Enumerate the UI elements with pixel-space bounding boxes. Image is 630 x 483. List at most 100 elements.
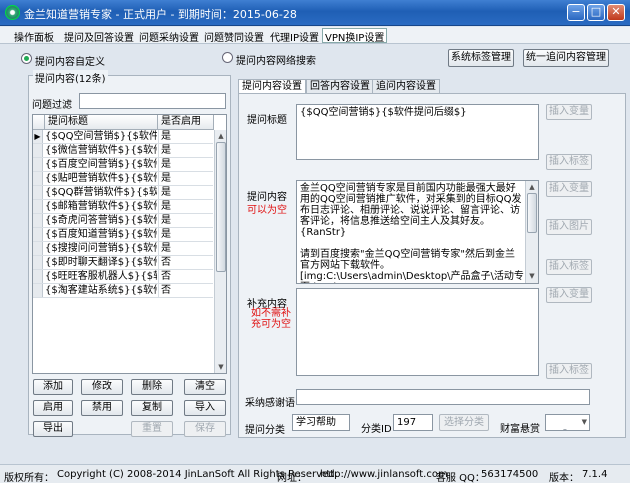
- table-row[interactable]: {$百度知道营销$}{$软件提问后缀$}是: [33, 228, 213, 242]
- row-enabled: 是: [158, 200, 213, 213]
- row-title: {$百度知道营销$}{$软件提问后缀$}: [45, 229, 157, 240]
- row-selector[interactable]: [33, 200, 43, 213]
- filter-input[interactable]: [79, 93, 226, 109]
- row-selector[interactable]: ▶: [33, 130, 43, 143]
- content-insert-image-button[interactable]: 插入图片: [546, 219, 592, 235]
- row-selector[interactable]: [33, 270, 43, 283]
- table-row[interactable]: {$QQ群营销软件$}{$软件提问后缀$}是: [33, 186, 213, 200]
- question-content-textarea[interactable]: 金兰QQ空间营销专家是目前国内功能最强大最好用的QQ空间营销推广软件，对采集到的…: [296, 180, 539, 284]
- table-row[interactable]: {$旺旺客服机器人$}{$软件提问后缀$}否: [33, 270, 213, 284]
- tab-question-answer-settings[interactable]: 提问及回答设置: [62, 29, 136, 44]
- search-content-radio[interactable]: [222, 52, 233, 63]
- tab-agree-settings[interactable]: 问题赞同设置: [202, 29, 266, 44]
- row-enabled: 否: [158, 256, 213, 269]
- bounty-select[interactable]: 0 ▼: [545, 414, 590, 431]
- import-button[interactable]: 导入: [184, 400, 226, 416]
- extra-insert-tag-button[interactable]: 插入标签: [546, 363, 592, 379]
- title-insert-variable-button[interactable]: 插入变量: [546, 104, 592, 120]
- table-row[interactable]: {$奇虎问答营销$}{$软件提问后缀$}是: [33, 214, 213, 228]
- enable-button[interactable]: 启用: [33, 400, 73, 416]
- column-header-title[interactable]: 提问标题: [45, 115, 158, 130]
- table-row[interactable]: {$搜搜问问营销$}{$软件提问后缀$}是: [33, 242, 213, 256]
- category-id-input[interactable]: 197: [393, 414, 433, 431]
- qq-value: 563174500: [481, 469, 539, 480]
- question-title-textarea[interactable]: {$QQ空间营销$}{$软件提问后缀$}: [296, 104, 539, 160]
- row-enabled: 否: [158, 284, 213, 297]
- reset-button[interactable]: 重置: [131, 421, 173, 437]
- content-scroll-up-icon[interactable]: ▲: [527, 182, 537, 192]
- category-id-label: 分类ID: [361, 424, 392, 435]
- content-scrollbar[interactable]: ▲ ▼: [525, 181, 538, 283]
- category-input[interactable]: 学习帮助: [292, 414, 350, 431]
- row-selector[interactable]: [33, 186, 43, 199]
- row-selector[interactable]: [33, 214, 43, 227]
- edit-button[interactable]: 修改: [81, 379, 123, 395]
- row-selector[interactable]: [33, 172, 43, 185]
- tab-vpn-ip-settings[interactable]: VPN换IP设置: [322, 28, 388, 44]
- category-label: 提问分类: [245, 425, 285, 436]
- row-selector[interactable]: [33, 256, 43, 269]
- row-title: {$QQ空间营销$}{$软件提问后缀$}: [45, 131, 157, 142]
- system-tags-button[interactable]: 系统标签管理: [448, 49, 514, 67]
- scroll-up-icon[interactable]: ▲: [216, 131, 226, 141]
- row-selector[interactable]: [33, 158, 43, 171]
- tab-question-content[interactable]: 提问内容设置: [238, 79, 306, 93]
- row-selector[interactable]: [33, 228, 43, 241]
- minimize-button[interactable]: −: [567, 4, 585, 21]
- app-logo-icon: [5, 5, 20, 20]
- maximize-button[interactable]: □: [587, 4, 605, 21]
- table-row[interactable]: {$淘客建站系统$}{$软件提问后缀$}否: [33, 284, 213, 298]
- content-scroll-down-icon[interactable]: ▼: [527, 271, 537, 281]
- close-button[interactable]: ✕: [607, 4, 625, 21]
- row-title: {$邮箱营销软件$}{$软件提问后缀$}: [45, 201, 157, 212]
- row-enabled: 是: [158, 242, 213, 255]
- website-link[interactable]: http://www.jinlansoft.com: [320, 469, 448, 480]
- row-enabled: 是: [158, 214, 213, 227]
- status-bar: 版权所有： Copyright (C) 2008-2014 JinLanSoft…: [0, 464, 630, 483]
- list-scrollbar[interactable]: ▲ ▼: [214, 130, 226, 373]
- extra-insert-variable-button[interactable]: 插入变量: [546, 287, 592, 303]
- delete-button[interactable]: 删除: [131, 379, 173, 395]
- custom-content-radio[interactable]: [21, 53, 32, 64]
- table-row[interactable]: {$微信营销软件$}{$软件提问后缀$}是: [33, 144, 213, 158]
- export-button[interactable]: 导出: [33, 421, 73, 437]
- tab-followup-content[interactable]: 追问内容设置: [372, 79, 440, 93]
- table-row[interactable]: {$邮箱营销软件$}{$软件提问后缀$}是: [33, 200, 213, 214]
- content-insert-variable-button[interactable]: 插入变量: [546, 181, 592, 197]
- version-value: 7.1.4: [582, 469, 608, 480]
- question-content-note: 可以为空: [247, 205, 287, 216]
- save-button[interactable]: 保存: [184, 421, 226, 437]
- question-table[interactable]: 提问标题 是否启用 ▶{$QQ空间营销$}{$软件提问后缀$}是{$微信营销软件…: [32, 114, 227, 374]
- row-selector[interactable]: [33, 144, 43, 157]
- bounty-label: 财富悬赏: [500, 424, 540, 435]
- tab-operation-panel[interactable]: 操作面板: [12, 29, 56, 44]
- content-scroll-thumb[interactable]: [527, 193, 537, 233]
- copy-button[interactable]: 复制: [131, 400, 173, 416]
- row-selector[interactable]: [33, 242, 43, 255]
- tab-answer-content[interactable]: 回答内容设置: [306, 79, 374, 93]
- row-title: {$百度空间营销$}{$软件提问后缀$}: [45, 159, 157, 170]
- content-insert-tag-button[interactable]: 插入标签: [546, 259, 592, 275]
- extra-content-textarea[interactable]: [296, 288, 539, 376]
- column-header-enabled[interactable]: 是否启用: [158, 115, 214, 130]
- row-enabled: 是: [158, 228, 213, 241]
- add-button[interactable]: 添加: [33, 379, 73, 395]
- tab-adoption-settings[interactable]: 问题采纳设置: [137, 29, 201, 44]
- copyright-label: 版权所有：: [4, 473, 54, 483]
- thanks-label: 采纳感谢语: [245, 398, 295, 409]
- select-category-button[interactable]: 选择分类: [439, 414, 489, 431]
- chevron-down-icon: ▼: [581, 418, 587, 426]
- table-row[interactable]: ▶{$QQ空间营销$}{$软件提问后缀$}是: [33, 130, 213, 144]
- table-row[interactable]: {$百度空间营销$}{$软件提问后缀$}是: [33, 158, 213, 172]
- row-selector[interactable]: [33, 284, 43, 297]
- table-row[interactable]: {$贴吧营销软件$}{$软件提问后缀$}是: [33, 172, 213, 186]
- title-insert-tag-button[interactable]: 插入标签: [546, 154, 592, 170]
- unified-manage-button[interactable]: 统一追问内容管理: [523, 49, 609, 67]
- scroll-down-icon[interactable]: ▼: [216, 362, 226, 372]
- thanks-input[interactable]: [296, 389, 590, 405]
- scroll-thumb[interactable]: [216, 142, 226, 272]
- table-row[interactable]: {$即时聊天翻译$}{$软件提问后缀$}否: [33, 256, 213, 270]
- tab-proxy-ip-settings[interactable]: 代理IP设置: [268, 29, 321, 44]
- disable-button[interactable]: 禁用: [81, 400, 123, 416]
- clear-button[interactable]: 清空: [184, 379, 226, 395]
